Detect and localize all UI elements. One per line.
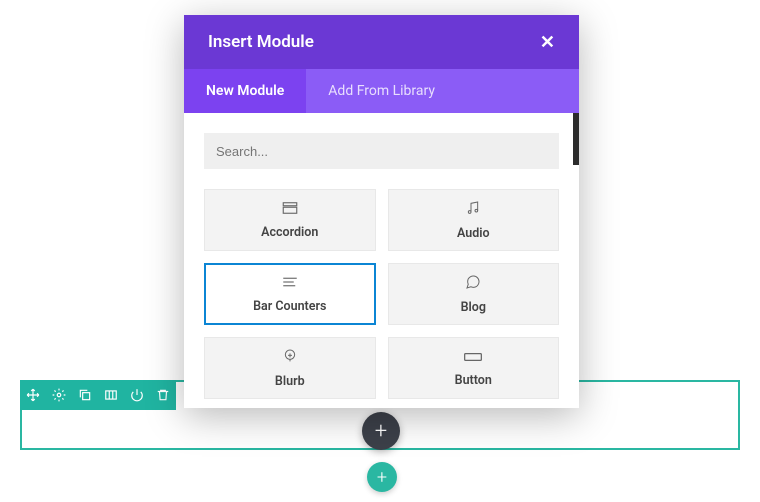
module-grid: Accordion Audio Bar Counters Blog [204, 189, 559, 399]
modal-body: Accordion Audio Bar Counters Blog [184, 113, 579, 408]
button-icon [463, 348, 483, 367]
bar-counters-icon [281, 274, 299, 293]
scrollbar[interactable] [573, 113, 579, 165]
audio-icon [464, 200, 482, 220]
add-section-button[interactable]: + [367, 462, 397, 492]
module-accordion[interactable]: Accordion [204, 189, 376, 251]
module-blog[interactable]: Blog [388, 263, 560, 325]
gear-icon[interactable] [46, 380, 72, 410]
blog-icon [464, 274, 482, 294]
accordion-icon [281, 200, 299, 219]
insert-module-modal: Insert Module ✕ New Module Add From Libr… [184, 15, 579, 408]
module-label: Button [455, 373, 492, 388]
plus-icon: + [377, 467, 387, 488]
plus-icon: + [375, 419, 387, 444]
search-input[interactable] [204, 133, 559, 169]
move-icon[interactable] [20, 380, 46, 410]
columns-icon[interactable] [98, 380, 124, 410]
add-module-button[interactable]: + [362, 412, 400, 450]
module-label: Accordion [261, 225, 318, 240]
tab-new-module[interactable]: New Module [184, 69, 306, 113]
module-button[interactable]: Button [388, 337, 560, 399]
power-icon[interactable] [124, 380, 150, 410]
module-label: Blurb [275, 374, 305, 389]
module-blurb[interactable]: Blurb [204, 337, 376, 399]
modal-header: Insert Module ✕ [184, 15, 579, 69]
module-bar-counters[interactable]: Bar Counters [204, 263, 376, 325]
modal-title: Insert Module [208, 32, 314, 52]
duplicate-icon[interactable] [72, 380, 98, 410]
tab-add-from-library[interactable]: Add From Library [306, 69, 457, 113]
module-label: Audio [457, 226, 490, 241]
section-toolbar [20, 380, 176, 410]
blurb-icon [282, 348, 298, 368]
module-label: Blog [461, 300, 486, 315]
close-icon[interactable]: ✕ [540, 32, 555, 53]
trash-icon[interactable] [150, 380, 176, 410]
module-audio[interactable]: Audio [388, 189, 560, 251]
module-label: Bar Counters [253, 299, 326, 314]
modal-tabs: New Module Add From Library [184, 69, 579, 113]
